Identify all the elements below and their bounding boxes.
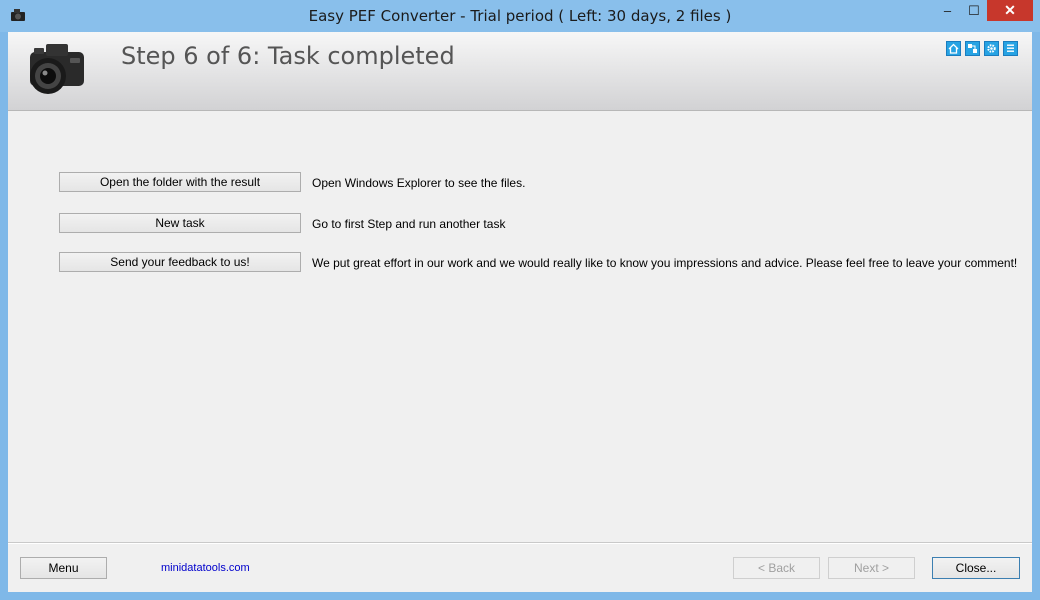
open-folder-button[interactable]: Open the folder with the result <box>59 172 301 192</box>
network-icon[interactable] <box>965 41 980 56</box>
footer-divider-highlight <box>8 543 1032 544</box>
minimize-button[interactable]: – <box>934 0 961 21</box>
list-icon[interactable] <box>1003 41 1018 56</box>
title-bar[interactable]: Easy PEF Converter - Trial period ( Left… <box>0 0 1040 32</box>
next-button[interactable]: Next > <box>828 557 915 579</box>
close-window-button[interactable]: ✕ <box>987 0 1033 21</box>
send-feedback-button[interactable]: Send your feedback to us! <box>59 252 301 272</box>
step-header: Step 6 of 6: Task completed <box>8 32 1032 111</box>
back-button[interactable]: < Back <box>733 557 820 579</box>
send-feedback-description: We put great effort in our work and we w… <box>312 256 1018 270</box>
gear-icon[interactable] <box>984 41 999 56</box>
maximize-button[interactable]: ☐ <box>961 0 987 21</box>
open-folder-description: Open Windows Explorer to see the files. <box>312 176 526 190</box>
client-area: Step 6 of 6: Task completed Open the fol… <box>8 32 1032 592</box>
close-button[interactable]: Close... <box>932 557 1020 579</box>
dslr-camera-icon <box>30 44 84 94</box>
menu-button[interactable]: Menu <box>20 557 107 579</box>
website-link[interactable]: minidatatools.com <box>161 562 250 574</box>
new-task-button[interactable]: New task <box>59 213 301 233</box>
home-icon[interactable] <box>946 41 961 56</box>
app-window: Easy PEF Converter - Trial period ( Left… <box>0 0 1040 600</box>
window-title: Easy PEF Converter - Trial period ( Left… <box>308 7 732 25</box>
header-toolbar <box>946 41 1018 56</box>
main-content: Open the folder with the result Open Win… <box>8 111 1032 539</box>
page-title: Step 6 of 6: Task completed <box>121 42 455 70</box>
new-task-description: Go to first Step and run another task <box>312 217 506 231</box>
